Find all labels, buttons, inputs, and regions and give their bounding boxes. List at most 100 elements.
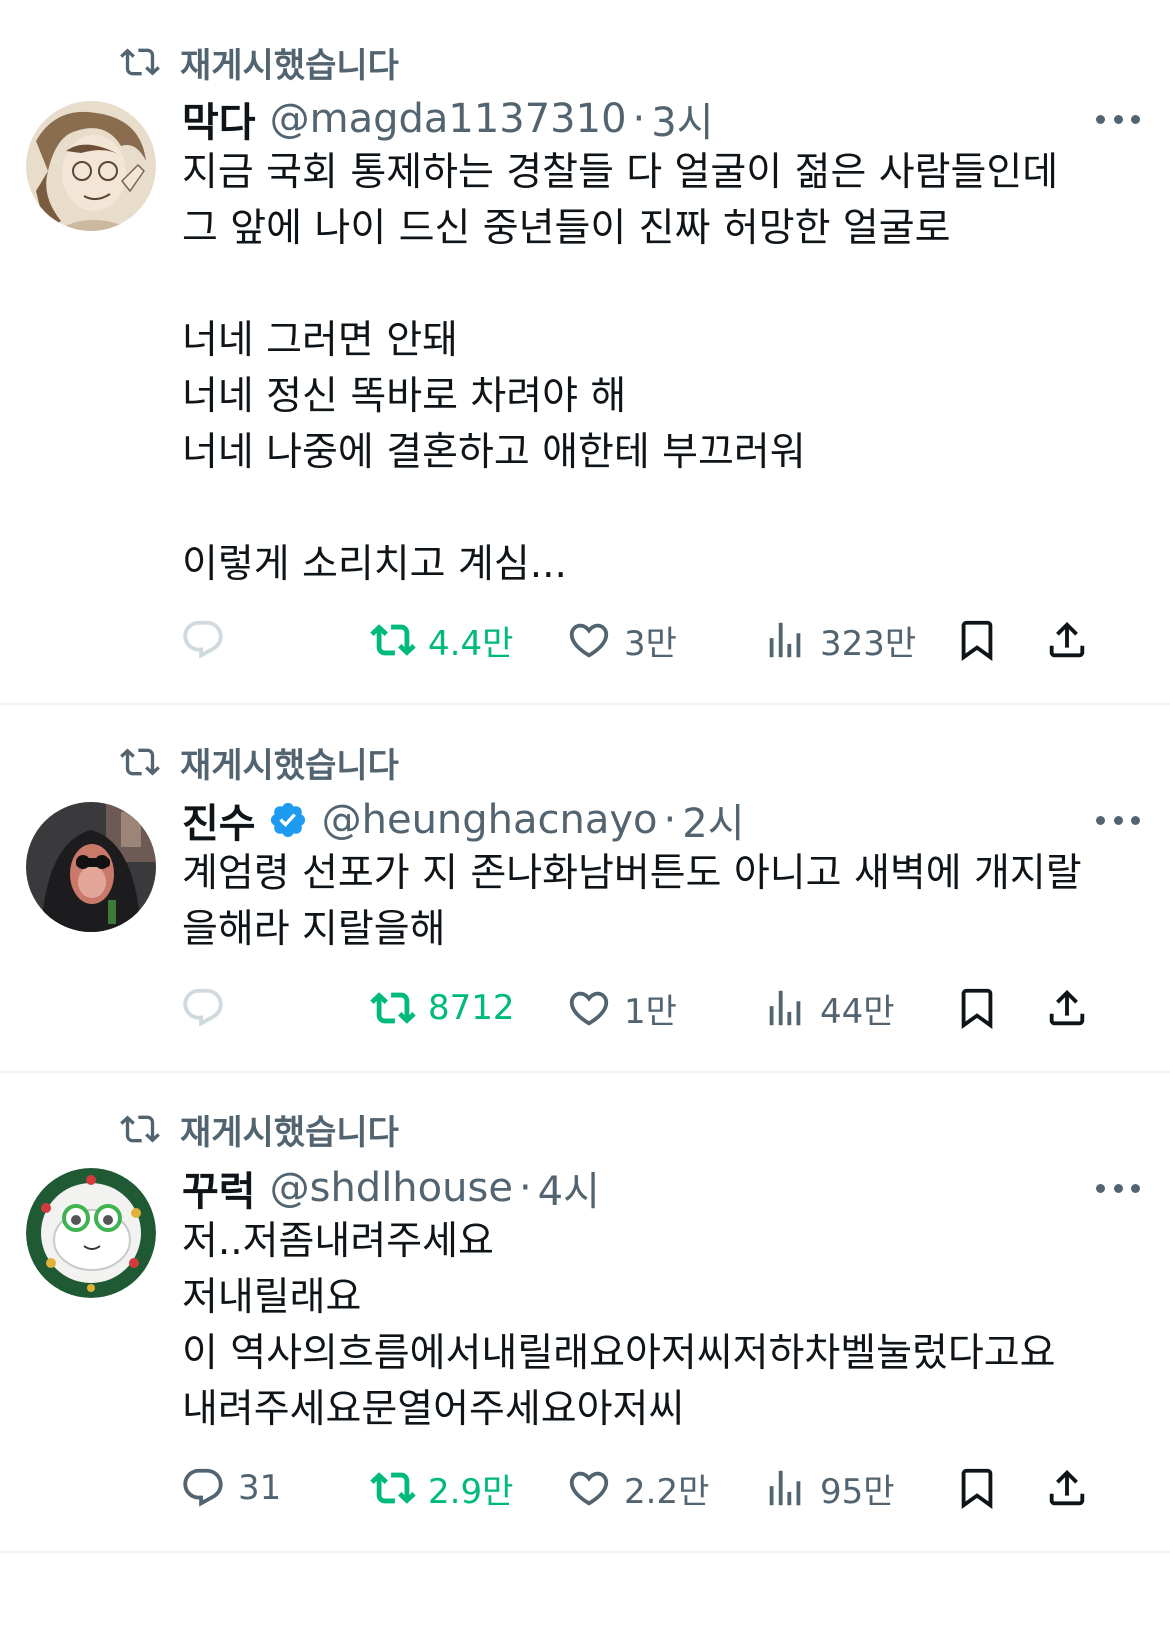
like-count: 1만	[624, 991, 677, 1032]
share-button[interactable]	[1044, 1458, 1090, 1518]
retweet-icon	[370, 992, 416, 1024]
share-icon	[1049, 1469, 1085, 1506]
views-count: 44만	[820, 991, 895, 1032]
retweet-count: 2.9만	[428, 1471, 514, 1512]
timestamp[interactable]: 3시	[651, 90, 713, 148]
reply-icon	[183, 620, 223, 659]
tweet-divider	[0, 1551, 1170, 1553]
avatar[interactable]	[26, 101, 156, 231]
retweet-icon	[120, 1115, 160, 1143]
views-count: 323만	[820, 623, 917, 664]
retweet-label: 재게시했습니다	[180, 1112, 399, 1153]
reply-button[interactable]: 31	[180, 1458, 281, 1518]
bookmark-icon	[961, 988, 993, 1029]
tweet-text: 계엄령 선포가 지 존나화남버튼도 아니고 새벽에 개지랄 을해라 지랄을해	[182, 846, 1150, 958]
separator-dot: ·	[663, 797, 677, 843]
text-line: 너네 나중에 결혼하고 애한테 부끄러워	[182, 430, 806, 475]
share-icon	[1049, 989, 1085, 1026]
bookmark-button[interactable]	[954, 610, 1000, 670]
reply-count: 31	[238, 1468, 282, 1508]
more-icon[interactable]	[1096, 803, 1140, 837]
user-handle[interactable]: @magda1137310	[270, 96, 627, 142]
tweet-1[interactable]: 재게시했습니다 막다 @magda1137310 · 3시 지금 국회 통제하는…	[0, 0, 1170, 703]
views-icon	[769, 990, 801, 1026]
separator-dot: ·	[632, 96, 646, 142]
share-icon	[1049, 621, 1085, 658]
retweet-icon	[370, 624, 416, 656]
display-name[interactable]: 막다	[182, 90, 256, 148]
like-button[interactable]: 2.2만	[566, 1458, 709, 1518]
retweet-indicator: 재게시했습니다	[120, 40, 399, 86]
retweet-button[interactable]: 2.9만	[370, 1458, 513, 1518]
reply-icon	[183, 988, 223, 1027]
retweet-label: 재게시했습니다	[180, 45, 399, 86]
share-button[interactable]	[1044, 978, 1090, 1038]
display-name[interactable]: 꾸럭	[182, 1159, 256, 1217]
reply-button[interactable]	[180, 610, 238, 670]
timestamp[interactable]: 2시	[682, 791, 744, 849]
retweet-indicator: 재게시했습니다	[120, 1107, 399, 1153]
like-icon	[569, 623, 609, 658]
text-line: 저..저좀내려주세요	[182, 1219, 494, 1264]
bookmark-button[interactable]	[954, 978, 1000, 1038]
retweet-label: 재게시했습니다	[180, 745, 399, 786]
reply-icon	[183, 1468, 223, 1507]
verified-badge-icon	[270, 802, 305, 838]
text-line: 이렇게 소리치고 계심...	[182, 542, 567, 587]
separator-dot: ·	[518, 1165, 532, 1211]
more-icon[interactable]	[1096, 1171, 1140, 1205]
display-name[interactable]: 진수	[182, 791, 256, 849]
text-line: 그 앞에 나이 드신 중년들이 진짜 허망한 얼굴로	[182, 206, 951, 251]
text-line: 너네 그러면 안돼	[182, 318, 458, 363]
text-line: 이 역사의흐름에서내릴래요아저씨저하차벨눌렀다고요	[182, 1331, 1056, 1376]
text-line: 너네 정신 똑바로 차려야 해	[182, 374, 627, 419]
bookmark-icon	[961, 620, 993, 661]
retweet-count: 8712	[428, 988, 515, 1028]
user-handle[interactable]: @shdlhouse	[270, 1165, 513, 1211]
tweet-text: 저..저좀내려주세요 저내릴래요 이 역사의흐름에서내릴래요아저씨저하차벨눌렀다…	[182, 1214, 1150, 1438]
tweet-2[interactable]: 재게시했습니다 진수 @heunghacnayo · 2시 계엄령 선포가 지 …	[0, 705, 1170, 1071]
retweet-button[interactable]: 4.4만	[370, 610, 513, 670]
action-bar: 4.4만 3만 323만	[180, 610, 1100, 670]
timeline-feed: 재게시했습니다 막다 @magda1137310 · 3시 지금 국회 통제하는…	[0, 0, 1170, 1635]
views-icon	[769, 622, 801, 658]
like-count: 2.2만	[624, 1471, 710, 1512]
more-icon[interactable]	[1096, 102, 1140, 136]
like-button[interactable]: 1만	[566, 978, 677, 1038]
text-line: 을해라 지랄을해	[182, 907, 446, 952]
text-line: 계엄령 선포가 지 존나화남버튼도 아니고 새벽에 개지랄	[182, 851, 1082, 896]
tweet-header: 진수 @heunghacnayo · 2시	[182, 793, 1140, 847]
action-bar: 31 2.9만 2.2만 95만	[180, 1458, 1100, 1518]
text-line: 지금 국회 통제하는 경찰들 다 얼굴이 젊은 사람들인데	[182, 150, 1059, 195]
like-button[interactable]: 3만	[566, 610, 677, 670]
retweet-count: 4.4만	[428, 623, 514, 664]
reply-button[interactable]	[180, 978, 238, 1038]
tweet-3[interactable]: 재게시했습니다 꾸럭 @shdlhouse · 4시 저..저좀내려주세요 저내…	[0, 1073, 1170, 1551]
tweet-header: 막다 @magda1137310 · 3시	[182, 92, 1140, 146]
retweet-button[interactable]: 8712	[370, 978, 515, 1038]
tweet-text: 지금 국회 통제하는 경찰들 다 얼굴이 젊은 사람들인데 그 앞에 나이 드신…	[182, 145, 1150, 593]
views-button[interactable]: 95만	[762, 1458, 895, 1518]
timestamp[interactable]: 4시	[538, 1159, 600, 1217]
like-count: 3만	[624, 623, 677, 664]
share-button[interactable]	[1044, 610, 1090, 670]
views-button[interactable]: 323만	[762, 610, 916, 670]
text-line: 내려주세요문열어주세요아저씨	[182, 1387, 685, 1432]
tweet-header: 꾸럭 @shdlhouse · 4시	[182, 1161, 1140, 1215]
retweet-indicator: 재게시했습니다	[120, 740, 399, 786]
bookmark-icon	[961, 1468, 993, 1509]
bookmark-button[interactable]	[954, 1458, 1000, 1518]
text-line: 저내릴래요	[182, 1275, 362, 1320]
retweet-icon	[370, 1472, 416, 1504]
retweet-icon	[120, 748, 160, 776]
views-count: 95만	[820, 1471, 895, 1512]
avatar[interactable]	[26, 802, 156, 932]
views-button[interactable]: 44만	[762, 978, 895, 1038]
user-handle[interactable]: @heunghacnayo	[322, 797, 658, 843]
avatar[interactable]	[26, 1168, 156, 1298]
action-bar: 8712 1만 44만	[180, 978, 1100, 1038]
like-icon	[569, 1471, 609, 1506]
retweet-icon	[120, 48, 160, 76]
